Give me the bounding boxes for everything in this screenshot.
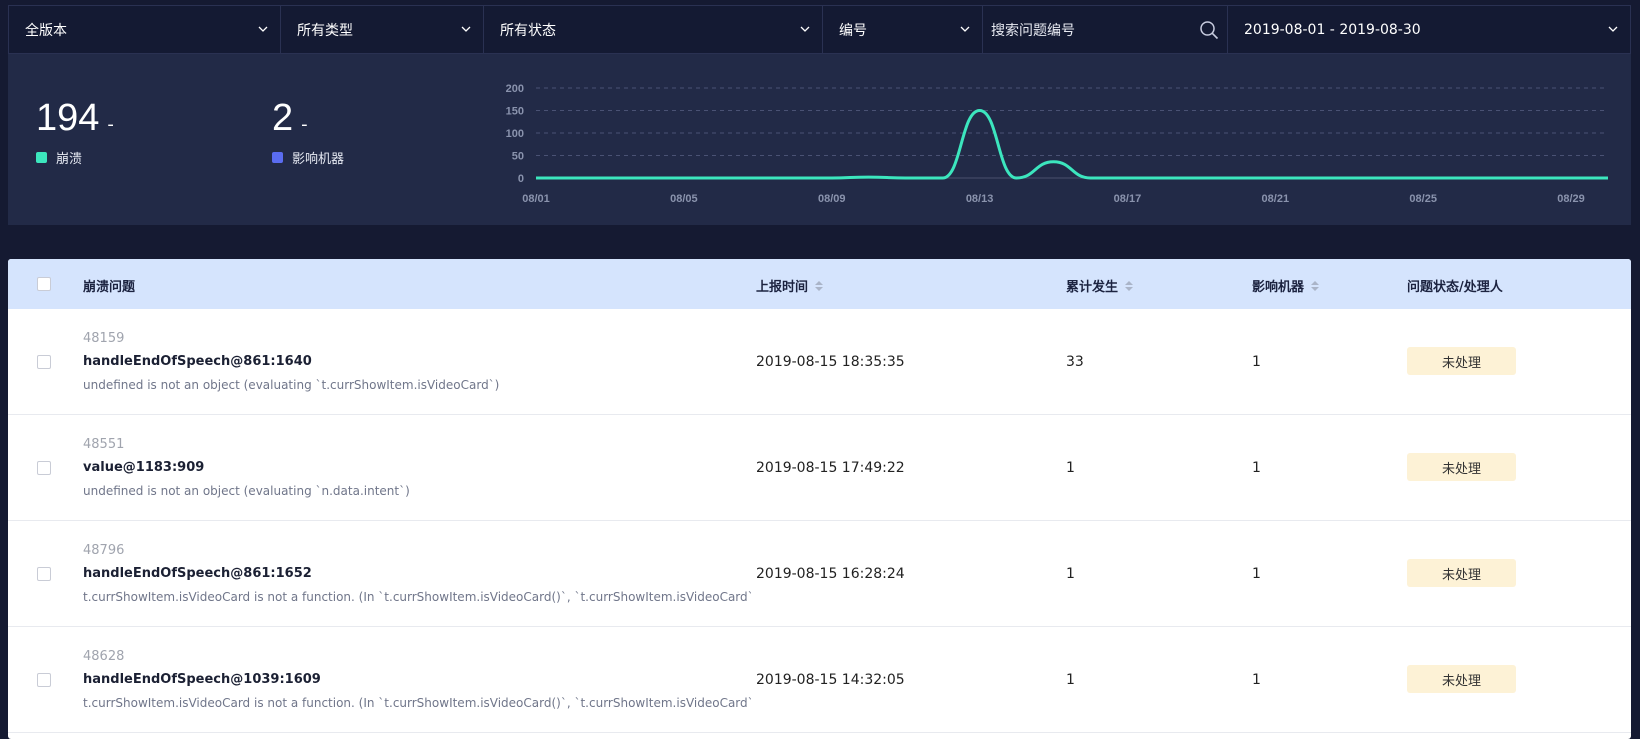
table-row[interactable]: 48551 value@1183:909 undefined is not an… — [8, 415, 1631, 521]
affected-machines: 1 — [1252, 354, 1261, 370]
type-select[interactable]: 所有类型 — [281, 6, 484, 53]
y-tick-label: 150 — [506, 106, 524, 118]
crash-stat: 194- 崩溃 — [36, 98, 114, 167]
affected-machines: 1 — [1252, 672, 1261, 688]
row-checkbox[interactable] — [37, 355, 51, 369]
table-row[interactable]: 48796 handleEndOfSpeech@861:1652 t.currS… — [8, 521, 1631, 627]
issue-function[interactable]: value@1183:909 — [83, 460, 204, 475]
occurrence-count: 33 — [1066, 354, 1084, 370]
x-tick-label: 08/09 — [818, 193, 846, 205]
y-tick-label: 50 — [512, 151, 524, 163]
date-range-value: 2019-08-01 - 2019-08-30 — [1244, 21, 1421, 38]
issue-message: undefined is not an object (evaluating `… — [83, 378, 500, 392]
issue-function[interactable]: handleEndOfSpeech@861:1652 — [83, 566, 312, 581]
machine-legend-swatch — [272, 152, 283, 163]
status-select[interactable]: 所有状态 — [484, 6, 823, 53]
header-problem: 崩溃问题 — [83, 280, 136, 295]
issue-id: 48551 — [83, 437, 125, 452]
header-count[interactable]: 累计发生 — [1066, 276, 1134, 295]
crash-count: 194 — [36, 97, 100, 139]
crash-table: 崩溃问题 上报时间 累计发生 影响机器 问题状态/处理人 48159 handl… — [8, 259, 1631, 739]
x-tick-label: 08/13 — [966, 193, 994, 205]
report-time: 2019-08-15 17:49:22 — [756, 460, 905, 476]
x-tick-label: 08/05 — [670, 193, 698, 205]
status-select-value: 所有状态 — [500, 22, 556, 39]
search-icon[interactable] — [1199, 20, 1219, 40]
report-time: 2019-08-15 14:32:05 — [756, 672, 905, 688]
search-field-select[interactable]: 编号 — [823, 6, 983, 53]
status-badge[interactable]: 未处理 — [1407, 453, 1516, 481]
chevron-down-icon — [461, 26, 471, 32]
occurrence-count: 1 — [1066, 566, 1075, 582]
x-tick-label: 08/29 — [1557, 193, 1585, 205]
issue-id: 48628 — [83, 649, 125, 664]
machine-stat: 2- 影响机器 — [272, 98, 344, 167]
header-status: 问题状态/处理人 — [1407, 280, 1503, 295]
version-select-value: 全版本 — [25, 22, 67, 39]
row-checkbox[interactable] — [37, 673, 51, 687]
report-time: 2019-08-15 18:35:35 — [756, 354, 905, 370]
version-select[interactable]: 全版本 — [9, 6, 281, 53]
search-field-select-value: 编号 — [839, 22, 867, 39]
chevron-down-icon — [1608, 26, 1618, 32]
sort-icon[interactable] — [815, 280, 824, 291]
search-input[interactable]: 搜索问题编号 — [983, 6, 1228, 53]
machine-count: 2 — [272, 97, 294, 139]
x-tick-label: 08/21 — [1262, 193, 1290, 205]
machine-trend: - — [301, 114, 308, 135]
issue-message: undefined is not an object (evaluating `… — [83, 484, 410, 498]
series-line — [536, 109, 1608, 180]
row-checkbox[interactable] — [37, 461, 51, 475]
machine-label: 影响机器 — [292, 152, 345, 167]
row-checkbox[interactable] — [37, 567, 51, 581]
sort-icon[interactable] — [1125, 280, 1134, 291]
status-badge[interactable]: 未处理 — [1407, 559, 1516, 587]
select-all-checkbox[interactable] — [37, 277, 51, 291]
type-select-value: 所有类型 — [297, 22, 353, 39]
sort-icon[interactable] — [1311, 280, 1320, 291]
chevron-down-icon — [258, 26, 268, 32]
report-time: 2019-08-15 16:28:24 — [756, 566, 905, 582]
issue-message: t.currShowItem.isVideoCard is not a func… — [83, 590, 751, 604]
affected-machines: 1 — [1252, 566, 1261, 582]
header-machines[interactable]: 影响机器 — [1252, 276, 1320, 295]
y-tick-label: 100 — [506, 128, 524, 140]
issue-function[interactable]: handleEndOfSpeech@861:1640 — [83, 354, 312, 369]
table-row[interactable]: 48628 handleEndOfSpeech@1039:1609 t.curr… — [8, 627, 1631, 733]
filter-bar: 全版本 所有类型 所有状态 编号 搜索问题编号 2019-08-01 - 201… — [8, 5, 1631, 54]
crash-trend-chart: 200 150 100 50 0 08/01 08/05 08/09 08/13 08/17 08/… — [506, 83, 1608, 205]
overview-panel: 194- 崩溃 2- 影响机器 200 150 100 50 0 08/01 08/05 08… — [8, 54, 1631, 225]
crash-trend: - — [107, 114, 114, 135]
search-input-placeholder: 搜索问题编号 — [991, 22, 1075, 39]
issue-message: t.currShowItem.isVideoCard is not a func… — [83, 696, 751, 710]
occurrence-count: 1 — [1066, 460, 1075, 476]
table-header: 崩溃问题 上报时间 累计发生 影响机器 问题状态/处理人 — [8, 259, 1631, 309]
header-report-time[interactable]: 上报时间 — [756, 276, 824, 295]
chevron-down-icon — [800, 26, 810, 32]
crash-label: 崩溃 — [56, 152, 83, 167]
status-badge[interactable]: 未处理 — [1407, 665, 1516, 693]
x-tick-label: 08/25 — [1409, 193, 1437, 205]
y-tick-label: 200 — [506, 83, 524, 95]
date-range-picker[interactable]: 2019-08-01 - 2019-08-30 — [1228, 6, 1630, 53]
issue-id: 48796 — [83, 543, 125, 558]
x-tick-label: 08/01 — [522, 193, 550, 205]
issue-function[interactable]: handleEndOfSpeech@1039:1609 — [83, 672, 321, 687]
y-tick-label: 0 — [518, 173, 524, 185]
status-badge[interactable]: 未处理 — [1407, 347, 1516, 375]
issue-id: 48159 — [83, 331, 125, 346]
occurrence-count: 1 — [1066, 672, 1075, 688]
affected-machines: 1 — [1252, 460, 1261, 476]
chevron-down-icon — [960, 26, 970, 32]
crash-legend-swatch — [36, 152, 47, 163]
table-row[interactable]: 48159 handleEndOfSpeech@861:1640 undefin… — [8, 309, 1631, 415]
x-tick-label: 08/17 — [1114, 193, 1142, 205]
